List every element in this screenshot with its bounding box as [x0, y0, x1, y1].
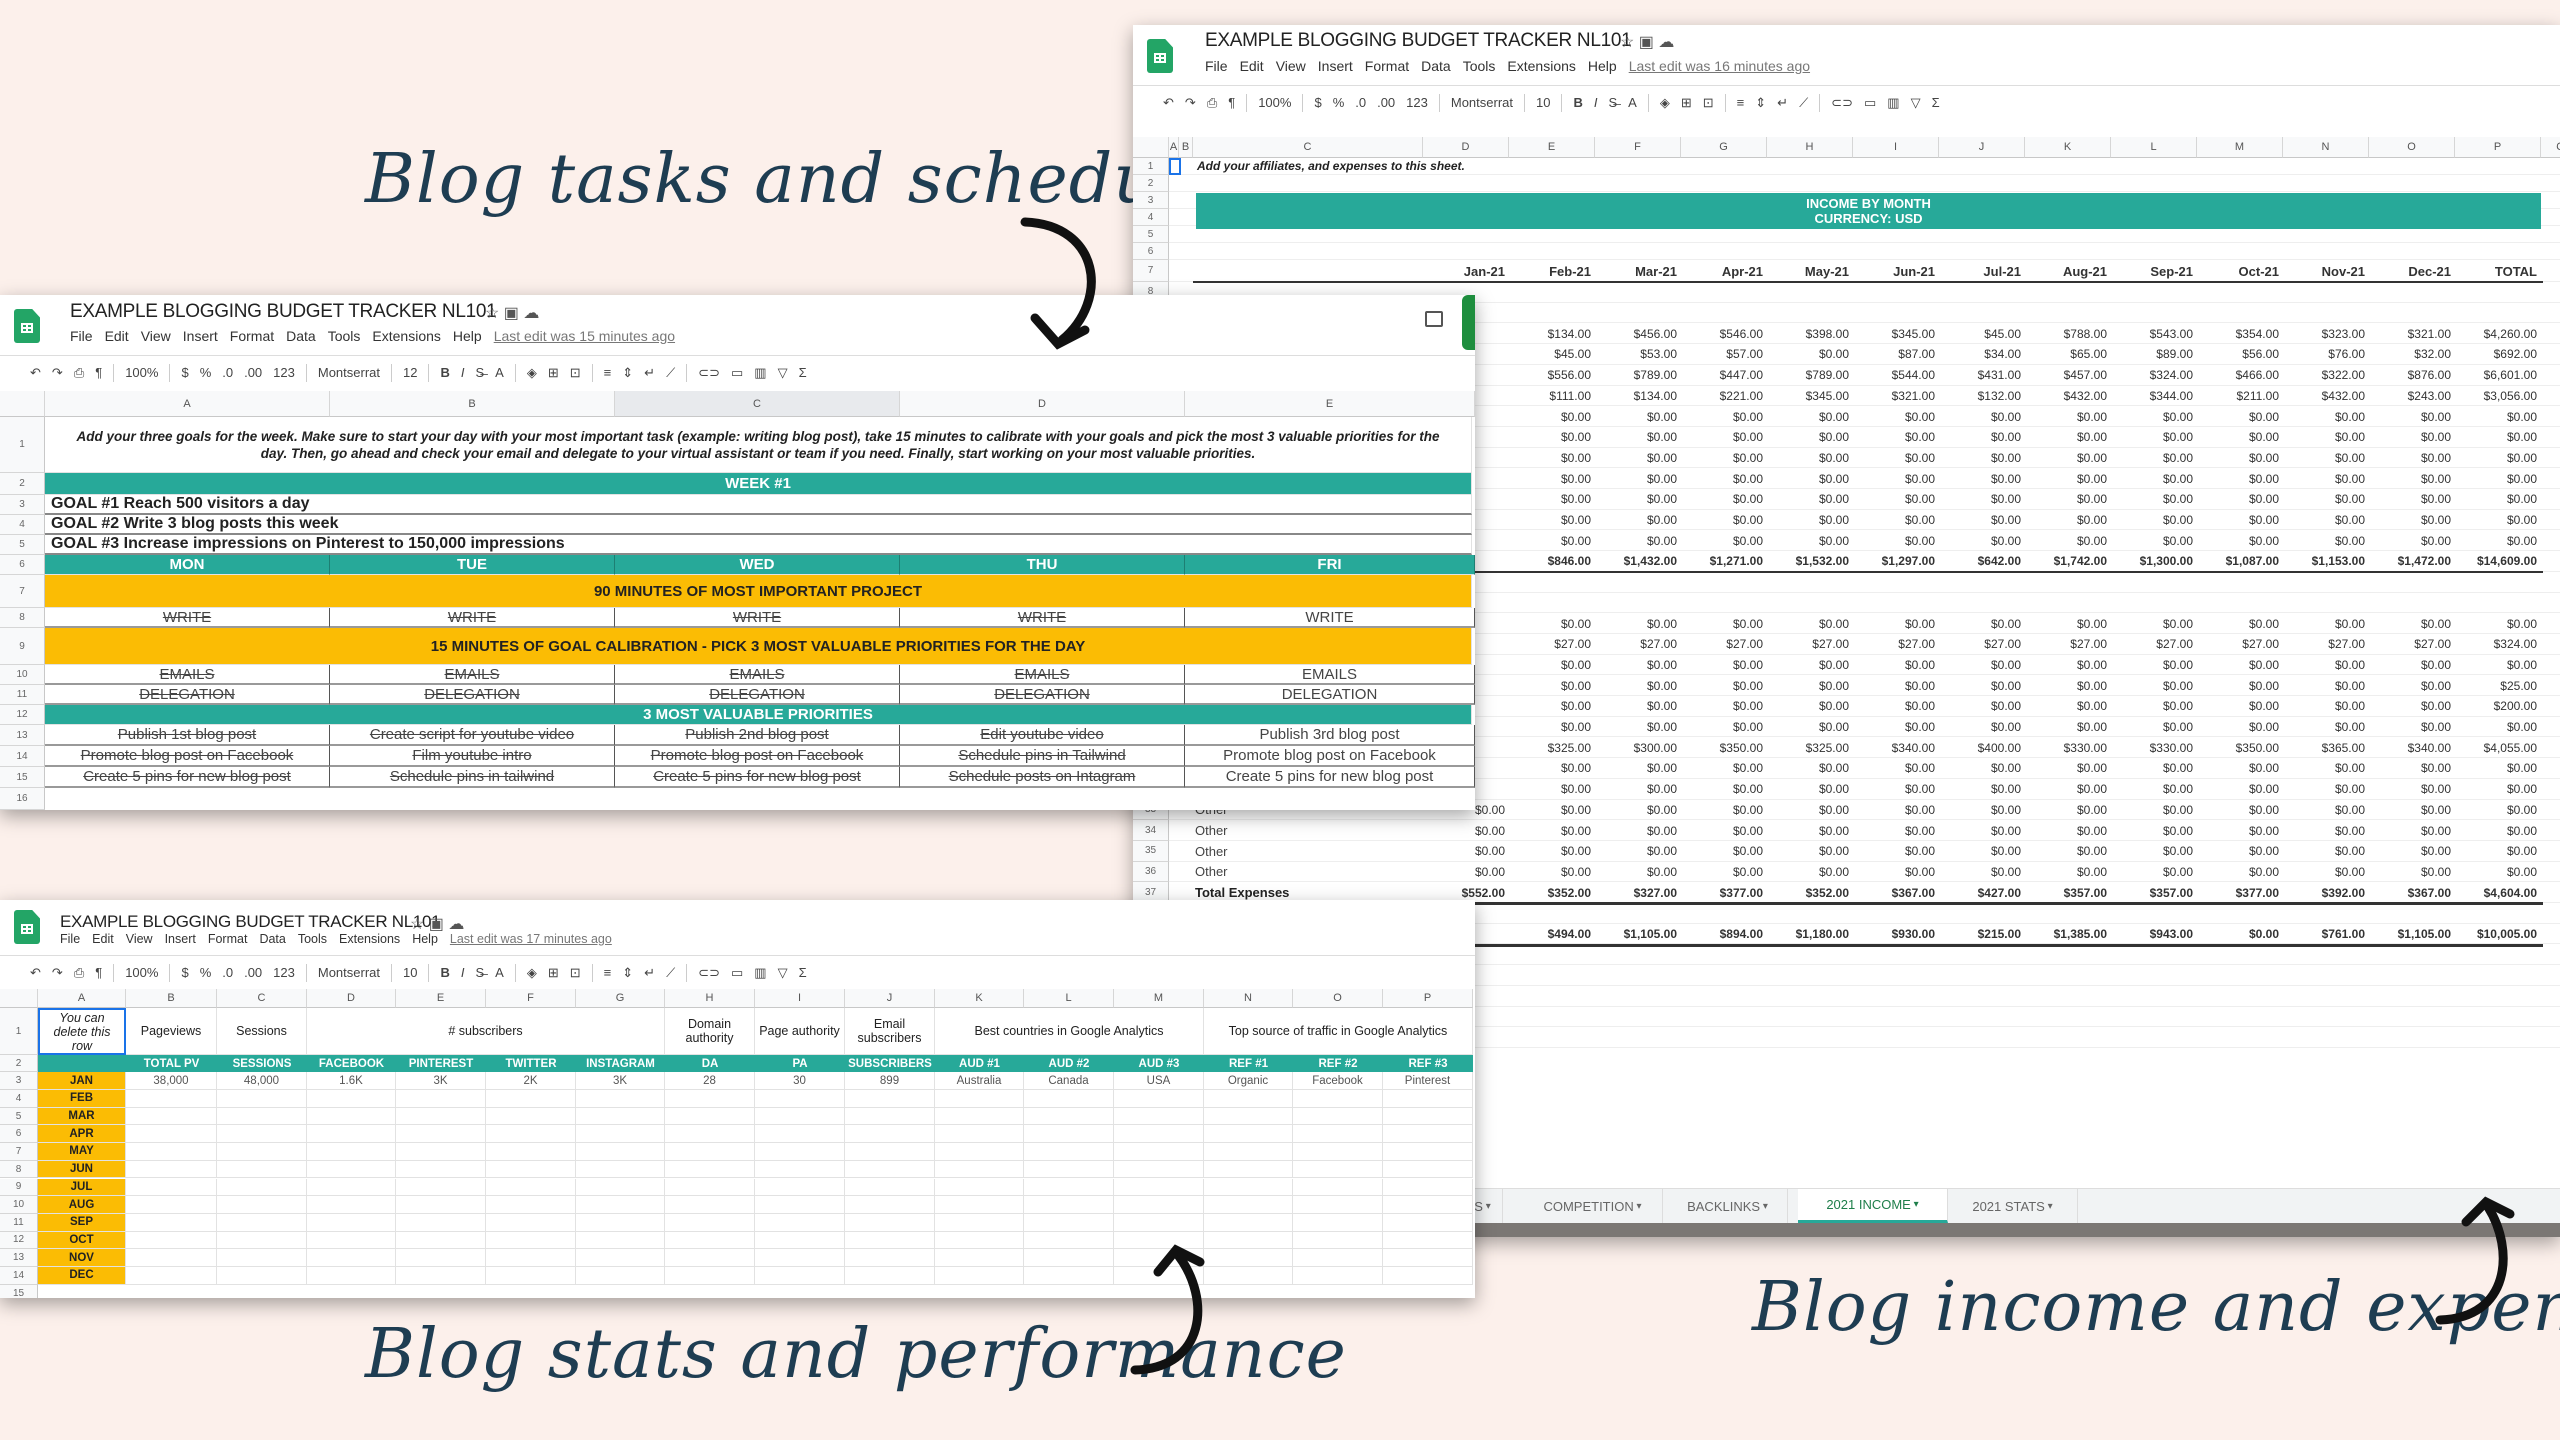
arrow-icon [2435, 1202, 2508, 1325]
arrow-icon [1130, 1250, 1203, 1375]
arrows-overlay [1020, 217, 2515, 1375]
